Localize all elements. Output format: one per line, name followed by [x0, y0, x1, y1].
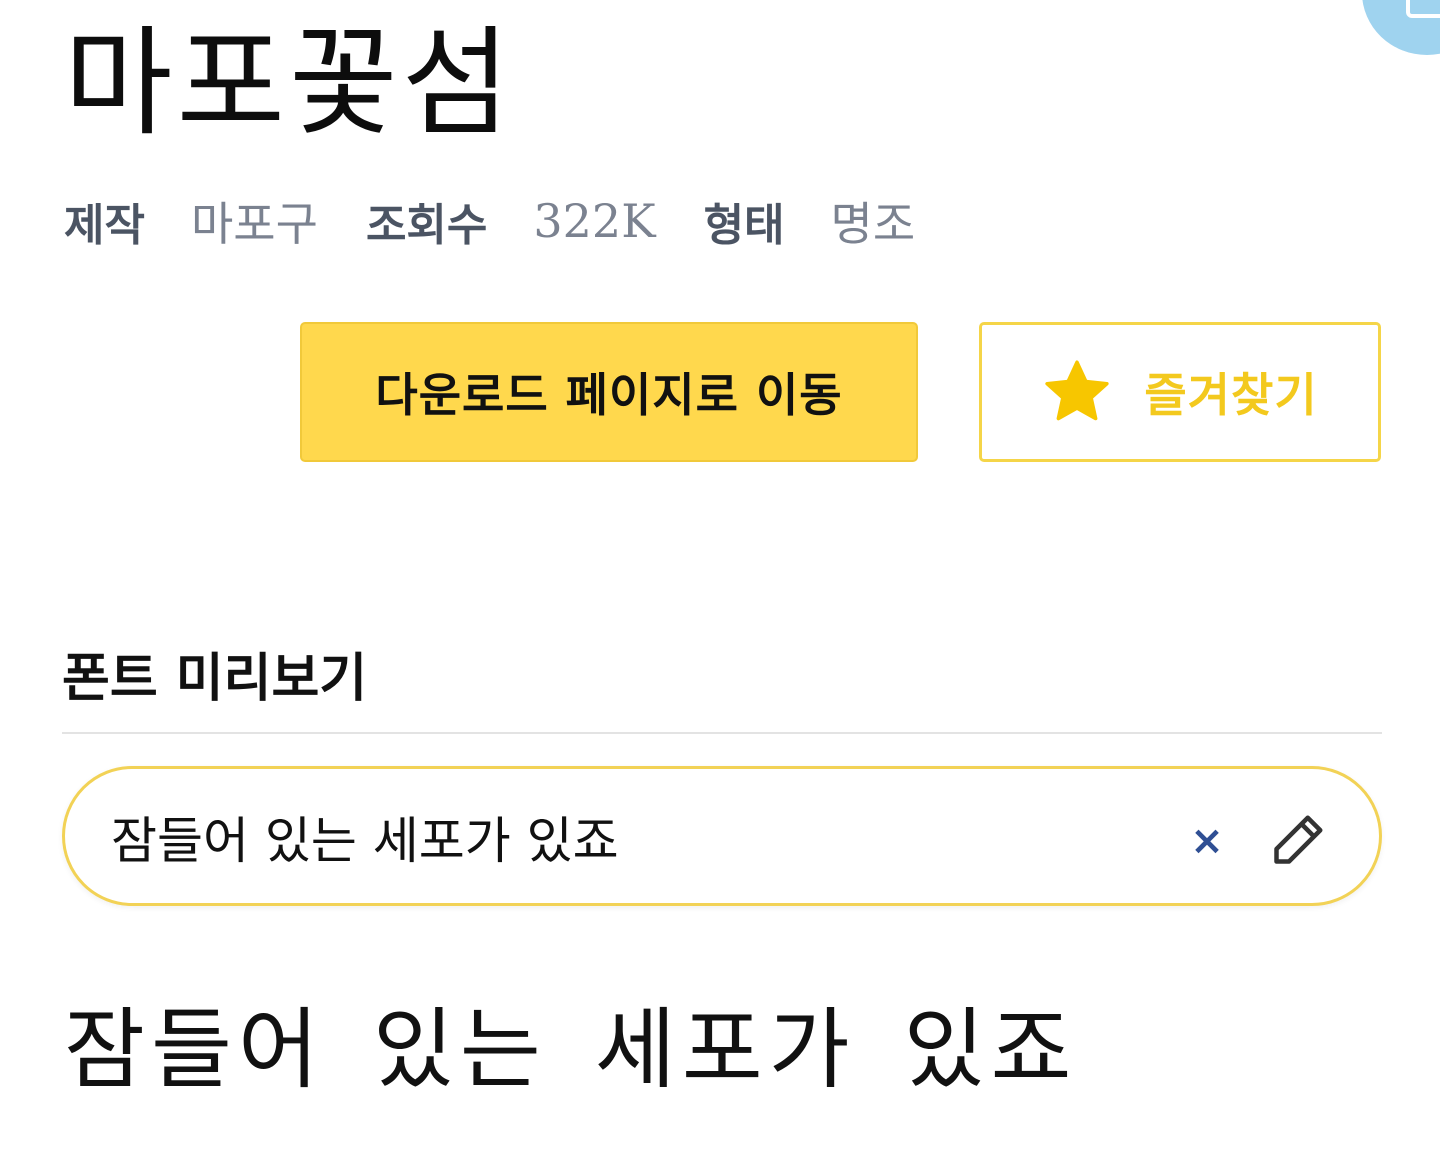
preview-section-title: 폰트 미리보기	[62, 649, 368, 709]
maker-value: 마포구	[190, 197, 318, 251]
favorite-button[interactable]: 즐겨찾기	[979, 322, 1381, 462]
download-page-button[interactable]: 다운로드 페이지로 이동	[300, 322, 918, 462]
font-preview-rendered-text: 잠들어 있는 세포가 있죠	[64, 998, 1078, 1101]
views-value: 322K	[533, 194, 656, 248]
star-icon	[1045, 360, 1110, 421]
close-icon[interactable]: ×	[1183, 817, 1231, 865]
maker-label: 제작	[64, 200, 145, 251]
preview-text-field: ×	[62, 766, 1382, 906]
favorite-label: 즐겨찾기	[1144, 368, 1318, 422]
pencil-icon[interactable]	[1269, 809, 1329, 869]
type-value: 명조	[830, 197, 916, 251]
preview-text-input[interactable]	[111, 797, 1151, 877]
badge-glyph-icon	[1406, 0, 1440, 18]
font-title: 마포꽃섬	[64, 14, 515, 152]
section-divider	[62, 732, 1382, 734]
type-label: 형태	[703, 200, 785, 251]
views-label: 조회수	[365, 200, 488, 251]
corner-floating-badge[interactable]	[1362, 0, 1440, 55]
font-meta-row: 제작 마포구 조회수 322K 형태 명조	[64, 188, 963, 254]
